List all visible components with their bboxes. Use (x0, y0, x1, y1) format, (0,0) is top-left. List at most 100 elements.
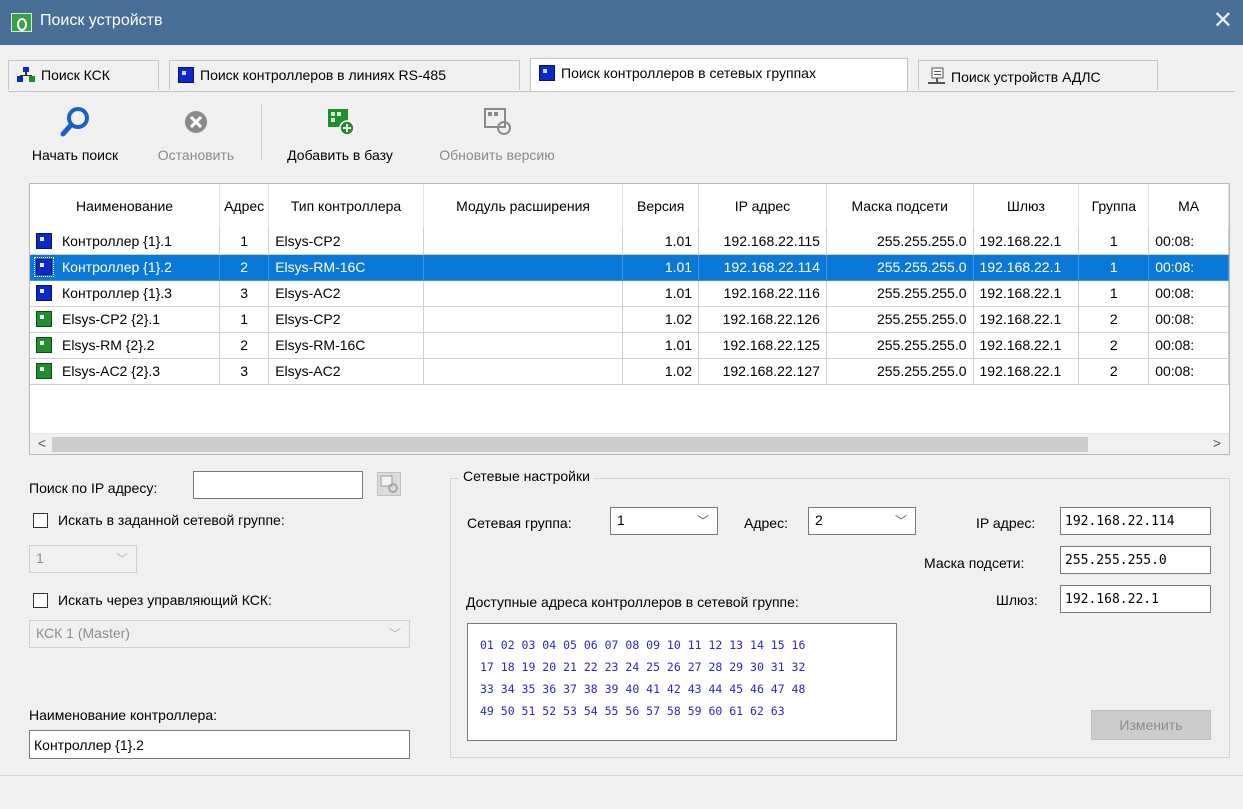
network-settings-title: Сетевые настройки (459, 468, 594, 484)
cell-address: 3 (219, 280, 270, 307)
cell-module (423, 228, 624, 255)
cell-mac: 00:08: (1148, 280, 1229, 307)
ksk-select[interactable]: КСК 1 (Master) ﹀ (29, 620, 410, 648)
group-select-value: 1 (36, 550, 44, 566)
group-select[interactable]: 1 ﹀ (29, 545, 137, 573)
cell-mask: 255.255.255.0 (826, 332, 974, 359)
search-ip-label: Поиск по IP адресу: (29, 480, 158, 496)
subnet-mask-input[interactable] (1060, 546, 1211, 574)
cell-gateway: 192.168.22.1 (973, 254, 1080, 281)
cell-ip: 192.168.22.116 (698, 280, 827, 307)
column-header[interactable]: Маска подсети (826, 184, 974, 228)
scrollbar-thumb[interactable] (52, 437, 1088, 452)
cell-gateway: 192.168.22.1 (973, 332, 1080, 359)
tab-label: Поиск устройств АДЛС (951, 69, 1101, 85)
column-header[interactable]: Наименование (30, 184, 221, 228)
address-label: Адрес: (744, 515, 788, 531)
cell-group: 1 (1078, 228, 1150, 255)
table-row[interactable]: Контроллер {1}.1 1 Elsys-CP2 1.01 192.168.22… (30, 228, 1229, 255)
cell-name: Контроллер {1}.3 (30, 280, 221, 307)
ip-address-input[interactable] (1060, 507, 1211, 535)
tab-ksk-search[interactable]: Поиск КСК (8, 60, 159, 90)
change-button[interactable]: Изменить (1091, 710, 1211, 740)
cell-mask: 255.255.255.0 (826, 254, 974, 281)
cell-type: Elsys-AC2 (268, 280, 424, 307)
cell-mac: 00:08: (1148, 254, 1229, 281)
column-header[interactable]: Модуль расширения (423, 184, 624, 228)
table-row[interactable]: Elsys-CP2 {2}.1 1 Elsys-CP2 1.02 192.168.22.… (30, 306, 1229, 333)
address-line: 33 34 35 36 37 38 39 40 41 42 43 44 45 4… (480, 682, 806, 696)
table-row[interactable]: Elsys-RM {2}.2 2 Elsys-RM-16C 1.01 192.168.2… (30, 332, 1229, 359)
tab-bar: Поиск КСК Поиск контроллеров в линиях RS… (0, 58, 1243, 92)
cell-group: 1 (1078, 254, 1150, 281)
address-line: 17 18 19 20 21 22 23 24 25 26 27 28 29 3… (480, 660, 806, 674)
network-group-select[interactable]: 1 ﹀ (610, 507, 718, 535)
scroll-left-icon[interactable]: < (32, 435, 52, 451)
table-row[interactable]: Контроллер {1}.2 2 Elsys-RM-16C 1.01 192.168… (30, 254, 1229, 281)
device-search-window: Поиск устройств ✕ Поиск КСК Поиск контро… (0, 0, 1243, 809)
gateway-input[interactable] (1060, 585, 1211, 613)
search-ip-input[interactable] (193, 471, 363, 499)
cell-version: 1.02 (622, 358, 700, 385)
horizontal-scrollbar[interactable]: < > (30, 433, 1229, 454)
stop-button[interactable]: Остановить (144, 106, 248, 163)
cell-mask: 255.255.255.0 (826, 280, 974, 307)
address-select[interactable]: 2 ﹀ (808, 507, 916, 535)
available-addresses-label: Доступные адреса контроллеров в сетевой … (466, 594, 799, 610)
cell-name-text: Elsys-CP2 {2}.1 (62, 311, 161, 327)
update-version-label: Обновить версию (439, 147, 555, 163)
cell-ip: 192.168.22.126 (698, 306, 827, 333)
close-icon[interactable]: ✕ (1213, 8, 1233, 34)
add-to-database-button[interactable]: Добавить в базу (272, 106, 408, 163)
table-row[interactable]: Elsys-AC2 {2}.3 3 Elsys-AC2 1.02 192.168.22.… (30, 358, 1229, 385)
column-header[interactable]: Версия (622, 184, 700, 228)
tab-adls-search[interactable]: Поиск устройств АДЛС (918, 60, 1158, 90)
chevron-down-icon: ﹀ (115, 552, 128, 566)
controller-name-label: Наименование контроллера: (29, 707, 218, 723)
controller-icon (36, 232, 52, 249)
cell-address: 1 (219, 306, 270, 333)
cell-module (423, 306, 624, 333)
toolbar: Начать поиск Остановить Добавить в базу (0, 92, 1243, 170)
title-bar: Поиск устройств ✕ (0, 0, 1243, 45)
add-to-database-label: Добавить в базу (287, 147, 393, 163)
controller-name-input[interactable] (29, 730, 410, 759)
cell-mac: 00:08: (1148, 332, 1229, 359)
address-line: 49 50 51 52 53 54 55 56 57 58 59 60 61 6… (480, 704, 785, 718)
update-device-icon (484, 108, 511, 135)
cell-mask: 255.255.255.0 (826, 306, 974, 333)
search-via-ksk-checkbox[interactable] (33, 593, 48, 608)
search-in-group-checkbox[interactable] (33, 513, 48, 528)
cell-gateway: 192.168.22.1 (973, 358, 1080, 385)
cell-group: 2 (1078, 306, 1150, 333)
ip-search-button[interactable] (377, 472, 401, 496)
chevron-down-icon: ﹀ (894, 514, 907, 528)
table-row[interactable]: Контроллер {1}.3 3 Elsys-AC2 1.01 192.168.22… (30, 280, 1229, 307)
tab-label: Поиск КСК (41, 67, 110, 83)
start-search-button[interactable]: Начать поиск (20, 106, 130, 163)
cell-type: Elsys-AC2 (268, 358, 424, 385)
column-header[interactable]: MA (1148, 184, 1229, 228)
column-header[interactable]: IP адрес (698, 184, 827, 228)
column-header[interactable]: Тип контроллера (268, 184, 424, 228)
update-version-button[interactable]: Обновить версию (424, 106, 570, 163)
column-header[interactable]: Шлюз (973, 184, 1080, 228)
tab-network-group-search[interactable]: Поиск контроллеров в сетевых группах (530, 58, 908, 92)
column-header[interactable]: Адрес (219, 184, 270, 228)
network-group-value: 1 (617, 512, 625, 528)
tab-rs485-search[interactable]: Поиск контроллеров в линиях RS-485 (169, 60, 520, 90)
cell-module (423, 254, 624, 281)
cell-name-text: Контроллер {1}.3 (62, 285, 172, 301)
controller-icon (539, 65, 555, 81)
cell-name-text: Контроллер {1}.1 (62, 232, 172, 249)
cell-version: 1.01 (622, 280, 700, 307)
window-title: Поиск устройств (40, 12, 163, 29)
table-header: Наименование Адрес Тип контроллера Модуль р… (30, 184, 1229, 228)
cell-version: 1.01 (622, 332, 700, 359)
cell-ip: 192.168.22.127 (698, 358, 827, 385)
column-header[interactable]: Группа (1078, 184, 1150, 228)
controllers-table[interactable]: Наименование Адрес Тип контроллера Модуль р… (29, 183, 1230, 455)
monitor-icon (928, 67, 945, 84)
available-addresses-box: 01 02 03 04 05 06 07 08 09 10 11 12 13 1… (467, 623, 897, 741)
scroll-right-icon[interactable]: > (1207, 435, 1227, 451)
